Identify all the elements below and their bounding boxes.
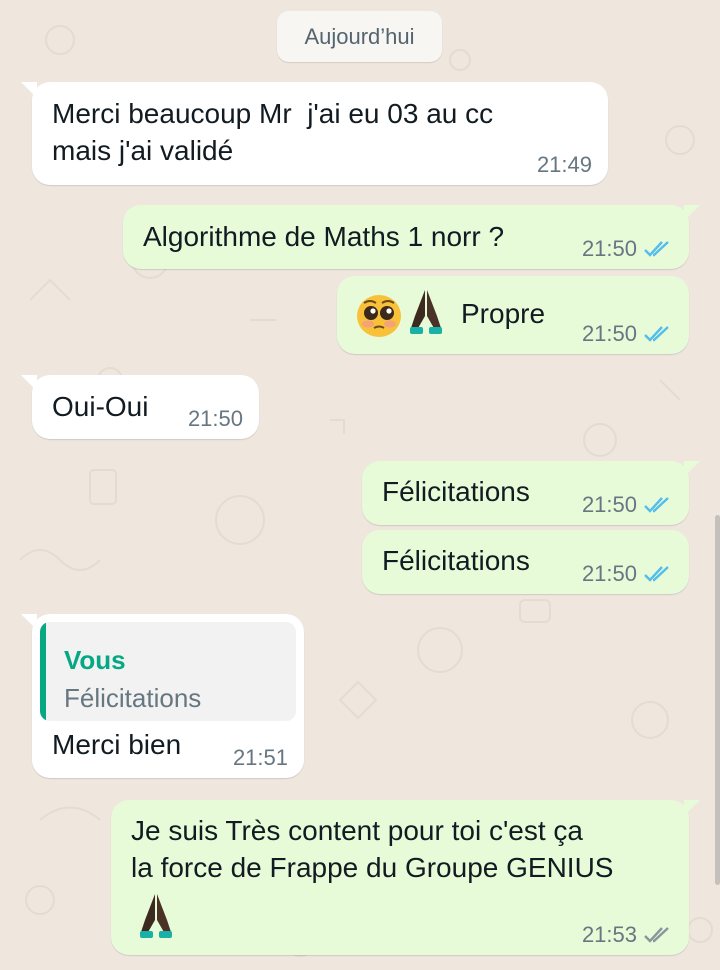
message-time: 21:50 bbox=[581, 492, 637, 517]
read-ticks-icon bbox=[643, 496, 673, 514]
message-meta: 21:50 bbox=[582, 562, 673, 586]
quoted-text: Félicitations bbox=[64, 683, 202, 713]
message-time: 21:50 bbox=[581, 321, 637, 346]
date-separator-label: Aujourd’hui bbox=[304, 23, 415, 49]
message-text-line: Merci beaucoup Mr j'ai eu 03 au cc bbox=[52, 98, 494, 129]
message-incoming[interactable]: Oui-Oui 21:50 bbox=[21, 375, 259, 439]
message-text-line: mais j'ai validé bbox=[52, 135, 234, 166]
read-ticks-icon bbox=[643, 240, 673, 258]
message-text: Algorithme de Maths 1 norr ? bbox=[143, 221, 505, 252]
message-time: 21:53 bbox=[581, 922, 637, 947]
bubble-tail bbox=[21, 375, 37, 391]
message-text-line: Je suis Très content pour toi c'est ça bbox=[131, 815, 584, 846]
message-outgoing[interactable]: Félicitations 21:50 bbox=[362, 530, 689, 594]
message-meta: 21:53 bbox=[582, 923, 673, 947]
message-outgoing[interactable]: Algorithme de Maths 1 norr ? 21:50 bbox=[123, 205, 700, 269]
message-meta: 21:49 bbox=[537, 153, 592, 177]
folded-hands-emoji-icon bbox=[138, 892, 174, 949]
message-meta: 21:50 bbox=[188, 407, 243, 431]
message-text: Oui-Oui bbox=[52, 391, 149, 422]
message-text: Propre bbox=[461, 298, 546, 329]
scrollbar-thumb[interactable] bbox=[715, 515, 720, 885]
quote-accent-bar bbox=[40, 622, 46, 721]
chat-thread[interactable]: Aujourd’hui Merci beaucoup Mr j'ai eu 03… bbox=[0, 0, 720, 970]
message-outgoing[interactable]: Je suis Très content pour toi c'est ça l… bbox=[111, 800, 700, 955]
message-meta: 21:51 bbox=[233, 746, 288, 770]
message-text-line: la force de Frappe du Groupe GENIUS bbox=[131, 852, 614, 883]
bubble-tail bbox=[684, 205, 700, 221]
date-separator: Aujourd’hui bbox=[277, 11, 442, 62]
message-text: Félicitations bbox=[382, 545, 530, 576]
bubble-tail bbox=[21, 614, 37, 630]
message-meta: 21:50 bbox=[582, 322, 673, 346]
bubble-tail bbox=[21, 82, 37, 98]
pleading-face-emoji-icon bbox=[356, 294, 402, 347]
quoted-author: Vous bbox=[64, 645, 126, 675]
message-text: Merci bien bbox=[52, 729, 182, 760]
message-time: 21:49 bbox=[536, 152, 592, 177]
read-ticks-icon bbox=[643, 325, 673, 343]
message-incoming-reply[interactable]: Vous Félicitations Merci bien 21:51 bbox=[21, 614, 304, 778]
message-meta: 21:50 bbox=[582, 237, 673, 261]
delivered-ticks-icon bbox=[643, 926, 673, 944]
message-time: 21:50 bbox=[187, 406, 243, 431]
folded-hands-emoji-icon bbox=[408, 288, 444, 345]
message-time: 21:50 bbox=[581, 236, 637, 261]
message-time: 21:50 bbox=[581, 561, 637, 586]
message-outgoing[interactable]: Propre 21:50 bbox=[337, 276, 689, 354]
quoted-message[interactable]: Vous Félicitations bbox=[40, 622, 296, 721]
message-outgoing[interactable]: Félicitations 21:50 bbox=[362, 461, 700, 525]
message-text: Félicitations bbox=[382, 476, 530, 507]
message-meta: 21:50 bbox=[582, 493, 673, 517]
message-time: 21:51 bbox=[232, 745, 288, 770]
read-ticks-icon bbox=[643, 565, 673, 583]
bubble-tail bbox=[684, 461, 700, 477]
message-incoming[interactable]: Merci beaucoup Mr j'ai eu 03 au cc mais … bbox=[21, 82, 608, 185]
bubble-tail bbox=[684, 800, 700, 816]
